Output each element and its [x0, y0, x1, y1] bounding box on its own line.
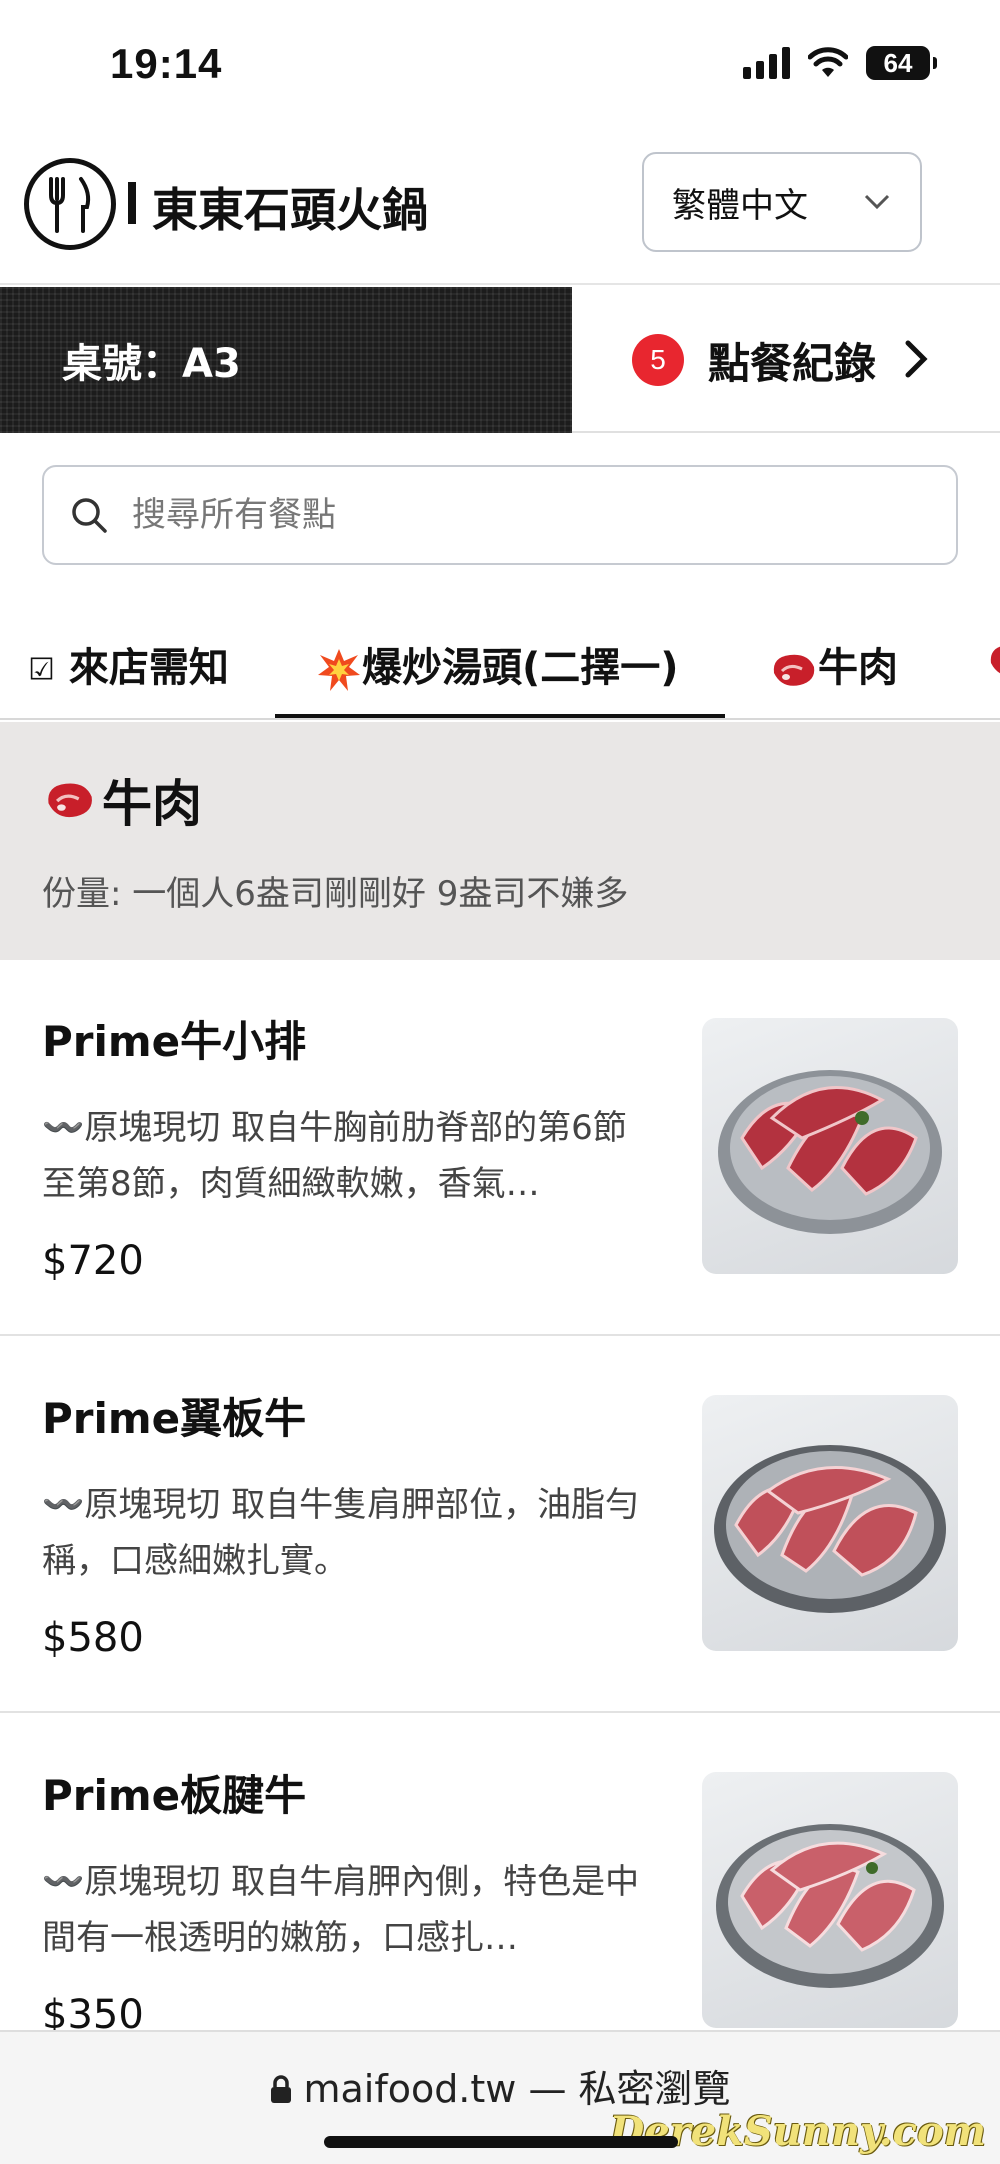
- category-header: 牛肉 份量: 一個人6盎司剛剛好 9盎司不嫌多: [0, 722, 1000, 960]
- table-number: 桌號：A3: [0, 287, 572, 433]
- tab-label: 牛肉: [818, 645, 898, 691]
- tab-store-notice[interactable]: ☑ 來店需知: [28, 635, 229, 693]
- explosion-icon: [318, 649, 360, 691]
- item-description: 〰️原塊現切 取自牛肩胛內側，特色是中間有一根透明的嫩筋，口感扎…: [42, 1862, 640, 1958]
- order-count-badge: 5: [632, 334, 684, 386]
- wifi-icon: [808, 47, 848, 77]
- brand-divider: [128, 182, 136, 224]
- category-tabs: ☑ 來店需知 爆炒湯頭(二擇一) 牛肉: [0, 615, 1000, 720]
- item-name: Prime牛小排: [42, 1017, 307, 1066]
- tab-label: 爆炒湯頭(二擇一): [362, 645, 679, 691]
- beef-plate-photo[interactable]: [702, 1018, 958, 1274]
- search-input[interactable]: [132, 495, 892, 535]
- status-bar: 19:14 64: [0, 0, 1000, 130]
- search-box[interactable]: [42, 465, 958, 565]
- menu-item[interactable]: Prime牛小排 〰️原塊現切 取自牛胸前肋脊部的第6節至第8節，肉質細緻軟嫩，…: [0, 960, 1000, 1336]
- item-price: $720: [42, 1238, 144, 1284]
- fork-knife-logo-icon: [24, 158, 116, 250]
- status-time: 19:14: [110, 40, 223, 87]
- browser-url-bar[interactable]: maifood.tw — 私密瀏覽 DerekSunny.com: [0, 2030, 1000, 2164]
- meat-icon: [48, 783, 92, 818]
- ballot-check-icon: ☑: [28, 652, 55, 688]
- cellular-signal-icon: [743, 47, 790, 79]
- beef-plate-photo[interactable]: [702, 1395, 958, 1651]
- category-title-text: 牛肉: [102, 775, 202, 833]
- tab-next-partial[interactable]: [985, 635, 1000, 683]
- item-name: Prime板腱牛: [42, 1771, 307, 1820]
- table-order-strip: 桌號：A3 5 點餐紀錄: [0, 287, 1000, 433]
- app-header: 東東石頭火鍋 繁體中文: [0, 130, 1000, 285]
- language-select[interactable]: 繁體中文: [642, 152, 922, 252]
- restaurant-name: 東東石頭火鍋: [152, 183, 428, 237]
- beef-plate-photo[interactable]: [702, 1772, 958, 2028]
- chevron-down-icon: [864, 194, 890, 210]
- meat-icon: [990, 646, 1000, 674]
- category-title: 牛肉: [42, 764, 202, 836]
- tab-label: 來店需知: [68, 645, 229, 691]
- item-description: 〰️原塊現切 取自牛隻肩胛部位，油脂勻稱，口感細嫩扎實。: [42, 1485, 640, 1581]
- chevron-right-icon: [905, 340, 928, 378]
- tab-beef[interactable]: 牛肉: [768, 635, 898, 693]
- category-description: 份量: 一個人6盎司剛剛好 9盎司不嫌多: [42, 874, 629, 914]
- url-display[interactable]: maifood.tw — 私密瀏覽: [0, 2058, 1000, 2113]
- home-indicator[interactable]: [324, 2136, 678, 2148]
- active-tab-indicator: [275, 714, 725, 718]
- language-value: 繁體中文: [672, 185, 808, 226]
- item-description: 〰️原塊現切 取自牛胸前肋脊部的第6節至第8節，肉質細緻軟嫩，香氣…: [42, 1108, 627, 1204]
- battery-icon: 64: [866, 46, 937, 80]
- status-icons: 64: [743, 46, 937, 80]
- order-history-label: 點餐紀錄: [708, 338, 877, 388]
- url-text: maifood.tw — 私密瀏覽: [303, 2067, 731, 2111]
- order-history-button[interactable]: 5 點餐紀錄: [572, 287, 1000, 433]
- tab-stir-fry-soup[interactable]: 爆炒湯頭(二擇一): [316, 635, 679, 693]
- search-icon: [72, 498, 107, 533]
- menu-item[interactable]: Prime翼板牛 〰️原塊現切 取自牛隻肩胛部位，油脂勻稱，口感細嫩扎實。 $5…: [0, 1337, 1000, 1713]
- meat-icon: [773, 654, 815, 686]
- lock-icon: [271, 2075, 292, 2103]
- item-name: Prime翼板牛: [42, 1394, 307, 1443]
- item-price: $580: [42, 1615, 144, 1661]
